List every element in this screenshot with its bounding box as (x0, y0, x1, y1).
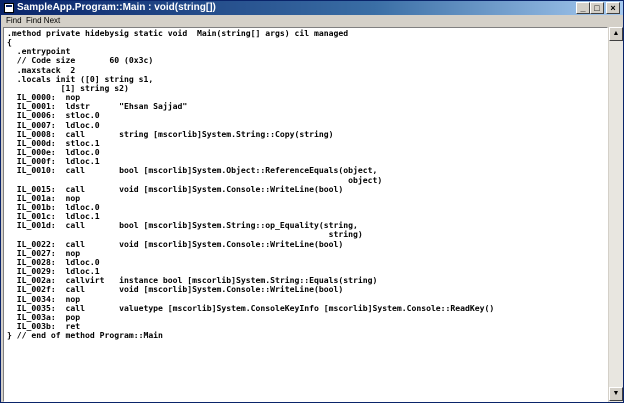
code-line: IL_003a: pop (7, 311, 81, 322)
window-icon (4, 3, 14, 13)
menu-item-find[interactable]: Find (6, 15, 22, 27)
code-line: IL_0022: call void [mscorlib]System.Cons… (7, 238, 344, 249)
il-code-view[interactable]: .method private hidebysig static void Ma… (3, 27, 608, 402)
window-title: SampleApp.Program::Main : void(string[]) (17, 2, 216, 13)
code-line: IL_0015: call void [mscorlib]System.Cons… (7, 183, 344, 194)
code-line: IL_002f: call void [mscorlib]System.Cons… (7, 284, 344, 295)
code-line: { (7, 37, 12, 48)
code-line: [1] string s2) (7, 82, 129, 93)
code-line: .method private hidebysig static void Ma… (7, 28, 349, 38)
close-button[interactable]: × (606, 2, 620, 14)
menu-item-find-next[interactable]: Find Next (26, 15, 60, 27)
minimize-button[interactable]: _ (576, 2, 590, 14)
scroll-up-button[interactable]: ▲ (609, 27, 623, 41)
vertical-scrollbar[interactable]: ▲ ▼ (608, 27, 623, 402)
code-line: // Code size 60 (0x3c) (7, 55, 154, 66)
ildasm-window: SampleApp.Program::Main : void(string[])… (0, 0, 624, 403)
maximize-button[interactable]: □ (590, 2, 604, 14)
menu-bar: Find Find Next (1, 15, 623, 27)
il-code-text[interactable]: .method private hidebysig static void Ma… (7, 28, 495, 341)
code-line: IL_0035: call valuetype [mscorlib]System… (7, 302, 495, 313)
scroll-down-button[interactable]: ▼ (609, 387, 623, 401)
title-bar[interactable]: SampleApp.Program::Main : void(string[])… (1, 1, 623, 15)
code-line: } // end of method Program::Main (7, 330, 163, 341)
